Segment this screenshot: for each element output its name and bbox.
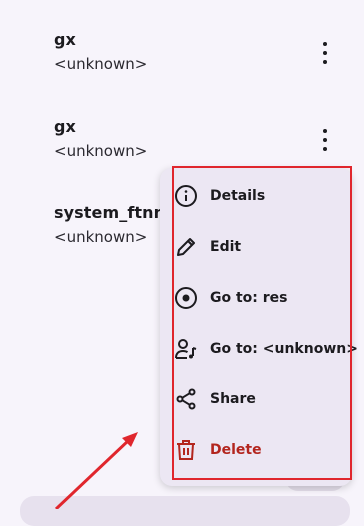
- annotation-arrow: [54, 432, 138, 509]
